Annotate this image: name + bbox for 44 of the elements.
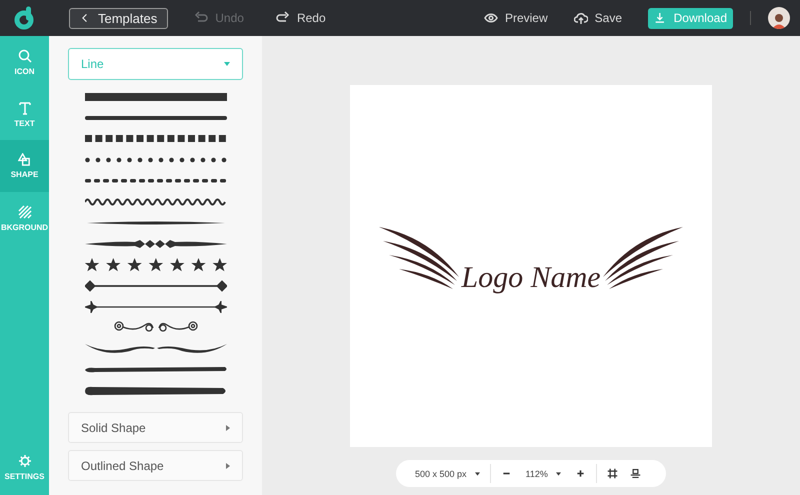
shapes-icon (18, 153, 31, 166)
diamond-end-line-drawing[interactable] (84, 280, 226, 292)
preview-button[interactable]: Preview (484, 11, 548, 25)
download-icon (654, 12, 666, 24)
stars-line-drawing[interactable] (84, 258, 226, 272)
caret-icon (474, 472, 480, 476)
align-button[interactable] (630, 468, 641, 479)
templates-button[interactable]: Templates (69, 8, 168, 28)
search-icon (18, 48, 32, 62)
settings-icon (18, 454, 32, 468)
swoosh-line-drawing[interactable] (84, 342, 226, 356)
avatar[interactable] (768, 7, 790, 29)
hatch-icon (18, 204, 32, 218)
spiked-end-line-drawing[interactable] (84, 300, 226, 312)
eye-icon (484, 11, 498, 25)
redo-icon (276, 11, 290, 25)
plus-icon (574, 468, 586, 479)
grid-button[interactable] (606, 468, 618, 479)
caret-icon (226, 462, 230, 468)
canvas-size-dropdown[interactable]: 500 x 500 px (415, 468, 480, 478)
caret-icon (226, 424, 230, 430)
grid-icon (606, 468, 618, 479)
redo-button[interactable]: Redo (276, 11, 326, 25)
logo-name-text: Logo Name (460, 261, 602, 295)
undo-icon (194, 11, 208, 25)
save-button[interactable]: Save (574, 11, 622, 25)
dotted-line-drawing[interactable] (84, 154, 226, 164)
thick-line-drawing[interactable] (84, 92, 226, 102)
zoom-dropdown[interactable]: 112% (526, 468, 561, 478)
person-silhouette-icon (771, 11, 787, 29)
square-dots-drawing[interactable] (84, 134, 226, 144)
zoom-in-button[interactable] (574, 468, 586, 479)
cloud-upload-icon (574, 11, 588, 25)
section-header[interactable]: Solid Shape (68, 412, 243, 443)
text-icon (18, 100, 32, 114)
wavy-line-drawing[interactable] (84, 196, 226, 208)
brush-line-drawing[interactable] (84, 364, 226, 374)
app-logo-icon[interactable] (14, 6, 36, 30)
align-bottom-icon (630, 468, 641, 479)
rough-brush-line-drawing[interactable] (84, 384, 226, 396)
caret-icon (556, 472, 561, 476)
section-header[interactable]: Outlined Shape (68, 450, 243, 481)
chevron-left-icon (80, 13, 90, 23)
caret-icon (224, 62, 230, 66)
